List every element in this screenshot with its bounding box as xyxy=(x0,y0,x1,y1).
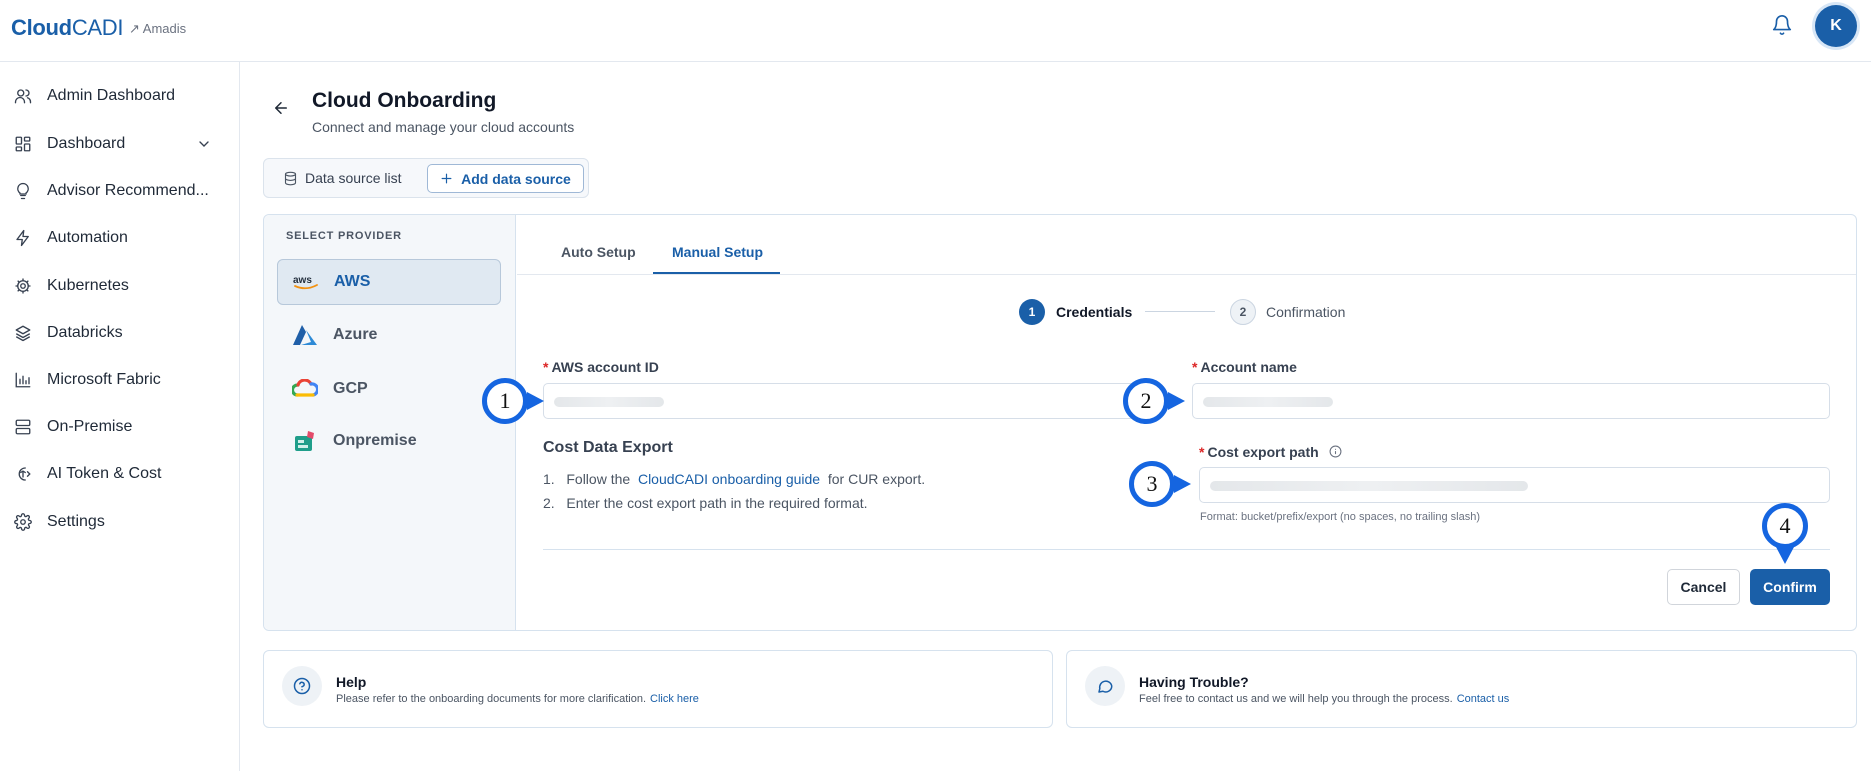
sidebar-item-microsoft-fabric[interactable]: Microsoft Fabric xyxy=(0,360,239,400)
user-avatar[interactable]: K xyxy=(1815,5,1857,47)
cancel-button[interactable]: Cancel xyxy=(1667,569,1740,605)
help-icon-badge xyxy=(282,666,322,706)
step-1-indicator: 1 xyxy=(1019,299,1045,325)
provider-onpremise[interactable]: Onpremise xyxy=(277,418,501,464)
aws-account-id-input[interactable] xyxy=(543,383,1145,419)
redacted-value xyxy=(1210,481,1528,491)
account-name-label: * Account name xyxy=(1192,359,1297,375)
tabs-divider xyxy=(517,274,1856,275)
provider-azure[interactable]: Azure xyxy=(277,312,501,358)
step-2-label: Confirmation xyxy=(1266,304,1346,320)
bell-icon[interactable] xyxy=(1771,13,1793,37)
add-datasource-button[interactable]: Add data source xyxy=(427,164,584,193)
plus-icon xyxy=(441,173,452,184)
sidebar-item-settings[interactable]: Settings xyxy=(0,502,239,542)
help-click-here-link[interactable]: Click here xyxy=(650,693,699,705)
cost-export-step-1: 1. Follow the CloudCADI onboarding guide… xyxy=(543,471,926,487)
trouble-title: Having Trouble? xyxy=(1139,674,1249,690)
top-header: CloudCADI ↗ Amadis K xyxy=(0,0,1871,62)
step-1-label: Credentials xyxy=(1056,304,1133,320)
help-text: Please refer to the onboarding documents… xyxy=(336,693,699,705)
callout-1: 1 xyxy=(482,378,528,424)
lightbulb-icon xyxy=(17,182,29,200)
chat-bubble-icon xyxy=(1098,680,1113,693)
layers-icon xyxy=(15,325,31,342)
onpremise-logo-icon xyxy=(291,429,319,453)
gcp-logo-icon xyxy=(291,377,319,401)
redacted-value xyxy=(554,397,664,407)
sidebar-item-dashboard[interactable]: Dashboard xyxy=(0,124,239,164)
back-arrow-icon[interactable] xyxy=(272,99,290,117)
helm-icon xyxy=(15,278,31,294)
org-name[interactable]: ↗ Amadis xyxy=(129,21,186,37)
trouble-icon-badge xyxy=(1085,666,1125,706)
step-2-indicator: 2 xyxy=(1230,299,1256,325)
users-icon xyxy=(14,89,32,104)
sidebar-item-ai-token-cost[interactable]: AI Token & Cost xyxy=(0,454,239,494)
aws-account-id-label: * AWS account ID xyxy=(543,359,659,375)
sidebar-item-automation[interactable]: Automation xyxy=(0,218,239,258)
sidebar-item-on-premise[interactable]: On-Premise xyxy=(0,407,239,447)
cost-data-export-title: Cost Data Export xyxy=(543,439,673,456)
provider-aws[interactable]: aws AWS xyxy=(277,259,501,305)
chevron-down-icon[interactable] xyxy=(196,136,212,152)
database-icon xyxy=(284,171,297,185)
step-connector xyxy=(1145,311,1215,312)
account-name-input[interactable] xyxy=(1192,383,1830,419)
callout-2-pointer xyxy=(1168,392,1185,410)
trouble-text: Feel free to contact us and we will help… xyxy=(1139,693,1510,705)
cost-export-path-input[interactable] xyxy=(1199,467,1830,503)
sidebar: Admin Dashboard Dashboard Advisor Recomm… xyxy=(0,62,240,771)
format-hint: Format: bucket/prefix/export (no spaces,… xyxy=(1200,511,1481,523)
sidebar-item-admin-dashboard[interactable]: Admin Dashboard xyxy=(0,76,239,116)
dashboard-icon xyxy=(15,136,31,152)
question-circle-icon xyxy=(293,677,311,695)
cloudcadi-logo[interactable]: CloudCADI xyxy=(11,15,124,41)
help-title: Help xyxy=(336,674,367,690)
onboarding-guide-link[interactable]: CloudCADI onboarding guide xyxy=(638,471,820,487)
aws-logo-icon: aws xyxy=(292,270,320,294)
server-icon xyxy=(15,419,31,435)
page-title: Cloud Onboarding xyxy=(312,89,497,112)
contact-us-link[interactable]: Contact us xyxy=(1457,693,1510,705)
trouble-card: Having Trouble? Feel free to contact us … xyxy=(1066,650,1857,728)
datasource-list-button[interactable]: Data source list xyxy=(283,170,401,186)
select-provider-heading: SELECT PROVIDER xyxy=(286,230,402,242)
bolt-icon xyxy=(16,229,29,247)
sidebar-item-advisor-recommendations[interactable]: Advisor Recommend... xyxy=(0,171,239,211)
confirm-button[interactable]: Confirm xyxy=(1750,569,1830,605)
ai-cost-icon xyxy=(18,467,31,481)
cost-export-step-2: 2. Enter the cost export path in the req… xyxy=(543,495,868,511)
active-tab-indicator xyxy=(653,272,780,274)
sidebar-item-databricks[interactable]: Databricks xyxy=(0,313,239,353)
tab-manual-setup[interactable]: Manual Setup xyxy=(672,244,763,260)
callout-2: 2 xyxy=(1123,378,1169,424)
actions-divider xyxy=(543,549,1830,550)
cost-export-path-label: * Cost export path xyxy=(1199,444,1342,460)
callout-3: 3 xyxy=(1129,461,1175,507)
info-icon[interactable] xyxy=(1329,445,1342,458)
azure-logo-icon xyxy=(291,323,319,347)
svg-text:aws: aws xyxy=(293,275,312,286)
gear-icon xyxy=(14,513,32,531)
callout-4-pointer xyxy=(1776,547,1794,564)
tab-auto-setup[interactable]: Auto Setup xyxy=(561,244,636,260)
callout-3-pointer xyxy=(1174,475,1191,493)
sidebar-item-kubernetes[interactable]: Kubernetes xyxy=(0,266,239,306)
callout-4: 4 xyxy=(1762,503,1808,549)
bar-chart-icon xyxy=(15,372,31,388)
callout-1-pointer xyxy=(527,392,544,410)
page-subtitle: Connect and manage your cloud accounts xyxy=(312,119,575,135)
help-card: Help Please refer to the onboarding docu… xyxy=(263,650,1053,728)
redacted-value xyxy=(1203,397,1333,407)
provider-gcp[interactable]: GCP xyxy=(277,366,501,412)
